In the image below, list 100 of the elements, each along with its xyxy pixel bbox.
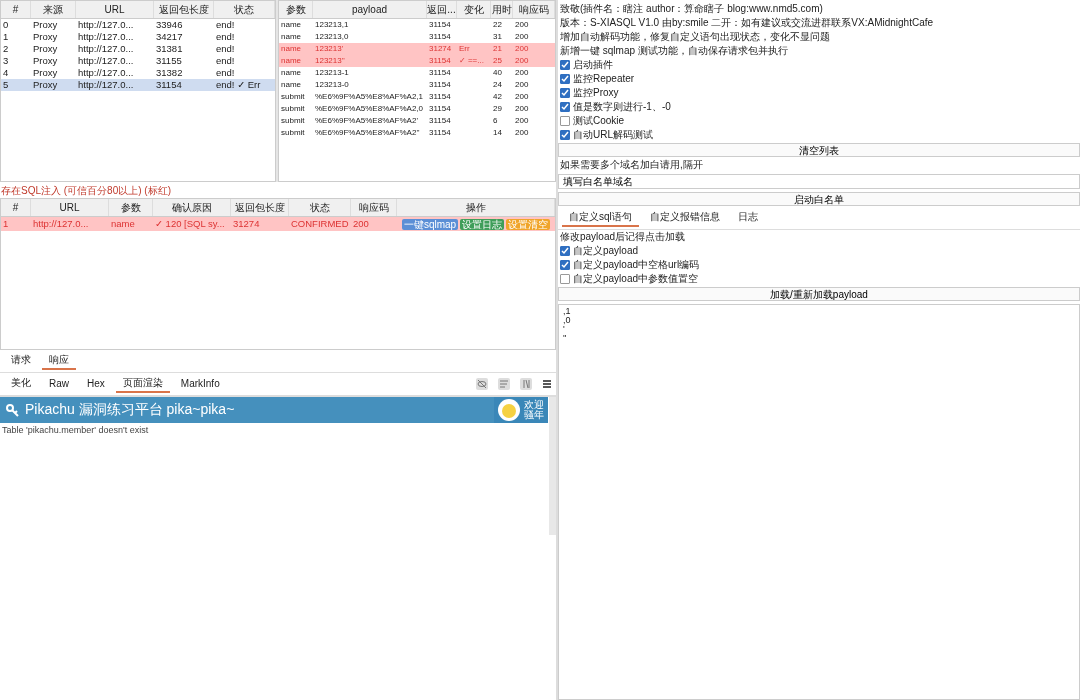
table-row[interactable]: name 123213-1 31154 40 200	[279, 67, 555, 79]
table-cell-text: 200	[514, 19, 530, 31]
column-header[interactable]: URL	[31, 199, 109, 216]
table-cell-text: ✓ 120 [SQL sy...	[154, 217, 226, 231]
checkmark-icon	[561, 131, 569, 139]
checkbox[interactable]: 自定义payload中空格url编码	[558, 258, 1080, 272]
column-header[interactable]: 来源	[31, 1, 76, 18]
table-row[interactable]: submit %E6%9F%A5%E8%AF%A2,1 31154 42 200	[279, 91, 555, 103]
table-row[interactable]: name 123213-0 31154 24 200	[279, 79, 555, 91]
checkbox[interactable]: 自定义payload	[558, 244, 1080, 258]
table-cell-text: 200	[514, 91, 530, 103]
table-cell-text: 3	[2, 55, 10, 67]
whitelist-field[interactable]: 填写白名单域名	[558, 174, 1080, 189]
clear-list-button[interactable]: 清空列表	[558, 143, 1080, 157]
newline-icon[interactable]	[520, 378, 532, 390]
table-cell-text: 31154	[428, 55, 452, 67]
column-header[interactable]: 操作	[397, 199, 555, 216]
column-header[interactable]: 参数	[279, 1, 313, 18]
table-cell-text: Proxy	[32, 67, 59, 79]
key-icon	[6, 403, 20, 417]
table-row[interactable]: 2 Proxy http://127.0... 31381 end!	[1, 43, 275, 55]
table-cell-text: %E6%9F%A5%E8%AF%A2,0	[314, 103, 425, 115]
menu-icon[interactable]	[542, 379, 552, 389]
table-cell-text: 123213'	[314, 43, 345, 55]
table-cell-text: 200	[514, 115, 530, 127]
table-cell-text: 31154	[428, 31, 452, 43]
greeting-text: 欢迎 骚年	[524, 400, 544, 420]
table-cell-text: 31154	[428, 79, 452, 91]
payload-editor[interactable]: ,1 ,0 ' ''	[558, 304, 1080, 700]
checkbox[interactable]: 自定义payload中参数值置空	[558, 272, 1080, 286]
table-row[interactable]: submit %E6%9F%A5%E8%AF%A2' 31154 6 200	[279, 115, 555, 127]
table-cell-text: end! ✓ Err	[215, 79, 262, 91]
table-cell-text: 200	[514, 43, 530, 55]
checkbox[interactable]: 监控Proxy	[558, 86, 1080, 100]
column-header[interactable]: 状态	[214, 1, 275, 18]
column-header[interactable]: 参数	[109, 199, 153, 216]
table-cell-text: name	[110, 217, 136, 231]
table-cell-text: 200	[514, 67, 530, 79]
tab[interactable]: 请求	[4, 352, 38, 370]
column-header[interactable]: URL	[76, 1, 154, 18]
column-header[interactable]: 响应码	[513, 1, 555, 18]
scrollbar[interactable]	[549, 397, 556, 535]
table-cell-text: name	[280, 55, 302, 67]
table-cell-text: end!	[215, 43, 236, 55]
table-row[interactable]: name 123213,1 31154 22 200	[279, 19, 555, 31]
checkbox[interactable]: 值是数字则进行-1、-0	[558, 100, 1080, 114]
table-cell-text: 123213''	[314, 55, 346, 67]
checkbox[interactable]: 启动插件	[558, 58, 1080, 72]
load-payload-button[interactable]: 加载/重新加载payload	[558, 287, 1080, 301]
table-row[interactable]: 5 Proxy http://127.0... 31154 end! ✓ Err	[1, 79, 275, 91]
column-header[interactable]: 响应码	[351, 199, 397, 216]
table-cell-text: name	[280, 19, 302, 31]
table-cell-text: submit	[280, 91, 306, 103]
table-cell-text: 123213-1	[314, 67, 350, 79]
tab[interactable]: MarkInfo	[173, 376, 227, 392]
table-cell-text: 31274	[232, 217, 261, 231]
column-header[interactable]: 返回包长度	[231, 199, 289, 216]
table-cell-text: 31154	[428, 127, 452, 139]
column-header[interactable]: 返回包长度	[154, 1, 214, 18]
column-header[interactable]: 状态	[289, 199, 351, 216]
whitelist-button[interactable]: 启动白名单	[558, 192, 1080, 206]
tab[interactable]: 响应	[42, 352, 76, 370]
tab[interactable]: 自定义sql语句	[562, 209, 639, 227]
table-row[interactable]: submit %E6%9F%A5%E8%AF%A2,0 31154 29 200	[279, 103, 555, 115]
tab[interactable]: Hex	[80, 376, 112, 392]
table-row[interactable]: 1 Proxy http://127.0... 34217 end!	[1, 31, 275, 43]
table-row[interactable]: name 123213,0 31154 31 200	[279, 31, 555, 43]
table-cell-text: 14	[492, 127, 503, 139]
table-row[interactable]: submit %E6%9F%A5%E8%AF%A2'' 31154 14 200	[279, 127, 555, 139]
table-cell-text: Proxy	[32, 43, 59, 55]
table-row[interactable]: 0 Proxy http://127.0... 33946 end!	[1, 19, 275, 31]
table-row[interactable]: 4 Proxy http://127.0... 31382 end!	[1, 67, 275, 79]
column-header[interactable]: 返回...	[427, 1, 457, 18]
column-header[interactable]: #	[1, 1, 31, 18]
table-cell-text: 24	[492, 79, 503, 91]
table-cell-text: 123213,1	[314, 19, 350, 31]
wrap-lines-icon[interactable]	[498, 378, 510, 390]
checkbox[interactable]: 测试Cookie	[558, 114, 1080, 128]
table-row[interactable]: 3 Proxy http://127.0... 31155 end!	[1, 55, 275, 67]
column-header[interactable]: 变化	[457, 1, 491, 18]
table-cell-text: 200	[514, 103, 530, 115]
findings-label: 存在SQL注入 (可信百分80以上) (标红)	[0, 184, 172, 198]
eye-off-icon[interactable]	[476, 378, 488, 390]
table-cell-text: 5	[2, 79, 10, 91]
column-header[interactable]: payload	[313, 1, 427, 18]
column-header[interactable]: #	[1, 199, 31, 216]
table-cell-text: %E6%9F%A5%E8%AF%A2'	[314, 115, 419, 127]
table-cell-text: submit	[280, 127, 306, 139]
checkbox[interactable]: 自动URL解码测试	[558, 128, 1080, 142]
checkbox[interactable]: 监控Repeater	[558, 72, 1080, 86]
table-cell-text: 6	[492, 115, 499, 127]
tab[interactable]: Raw	[42, 376, 76, 392]
column-header[interactable]: 用时	[491, 1, 513, 18]
tab[interactable]: 美化	[4, 375, 38, 393]
tab[interactable]: 自定义报错信息	[642, 209, 727, 227]
tab[interactable]: 页面渲染	[115, 375, 170, 393]
column-header[interactable]: 确认原因	[153, 199, 231, 216]
page-title: Pikachu 漏洞练习平台 pika~pika~	[25, 401, 235, 419]
tab[interactable]: 日志	[730, 209, 765, 227]
table-cell-text: 4	[2, 67, 10, 79]
